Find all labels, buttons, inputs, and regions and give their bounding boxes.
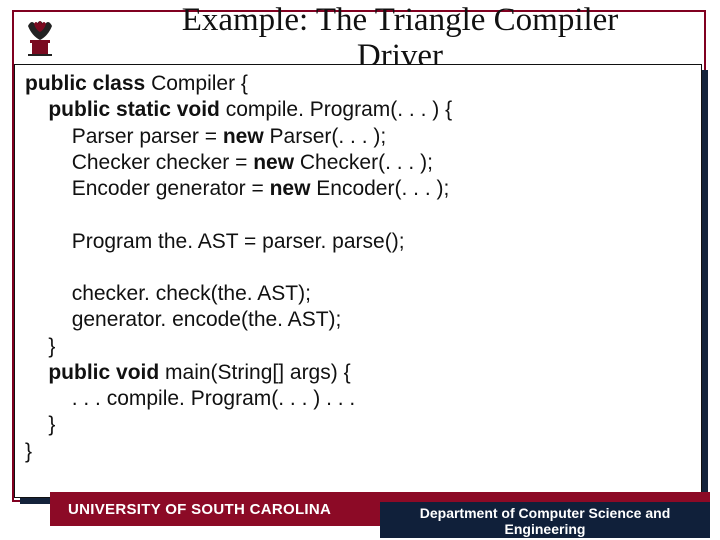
txt: Checker(. . . );	[300, 151, 433, 174]
txt: checker. check(the. AST);	[72, 282, 311, 305]
txt: Encoder(. . . );	[316, 177, 449, 200]
footer-department-box: Department of Computer Science and Engin…	[380, 502, 710, 538]
txt: compile. Program(. . . ) {	[226, 98, 452, 121]
footer-dept-line-1: Department of Computer Science and	[420, 505, 671, 521]
txt: main(String[] args) {	[165, 361, 351, 384]
kw: public static void	[48, 98, 225, 121]
code-box: public class Compiler { public static vo…	[14, 64, 702, 498]
txt: Parser parser =	[72, 125, 223, 148]
txt: }	[48, 413, 55, 436]
footer-dept-line-2: Engineering	[505, 521, 586, 537]
txt: }	[25, 440, 32, 463]
txt: Program the. AST = parser. parse();	[72, 230, 405, 253]
txt: Compiler {	[151, 72, 248, 95]
kw: new	[270, 177, 317, 200]
kw: new	[223, 125, 270, 148]
kw: public class	[25, 72, 151, 95]
txt: }	[48, 335, 55, 358]
txt: Encoder generator =	[72, 177, 270, 200]
university-logo-icon	[18, 16, 62, 60]
footer-university-text: UNIVERSITY OF SOUTH CAROLINA	[68, 501, 331, 518]
txt: . . . compile. Program(. . . ) . . .	[72, 387, 356, 410]
kw: new	[253, 151, 300, 174]
txt: Parser(. . . );	[270, 125, 387, 148]
code-listing: public class Compiler { public static vo…	[25, 71, 691, 465]
kw: public void	[48, 361, 165, 384]
title-line-1: Example: The Triangle Compiler	[182, 2, 619, 38]
txt: Checker checker =	[72, 151, 254, 174]
txt: generator. encode(the. AST);	[72, 308, 342, 331]
